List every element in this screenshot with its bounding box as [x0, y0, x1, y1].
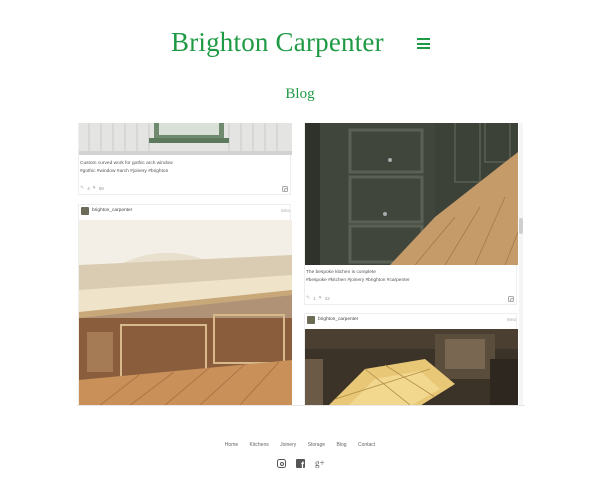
- post-stats: ✎ 1 ♥ 42: [306, 295, 330, 301]
- comment-count: 4: [87, 185, 90, 191]
- post-username[interactable]: brighton_carpenter: [318, 317, 358, 322]
- post-photo[interactable]: [79, 123, 292, 155]
- post-caption: Custom curved work for gothic arch windo…: [80, 161, 173, 166]
- scrollbar-thumb[interactable]: [519, 218, 523, 234]
- avatar[interactable]: [81, 207, 89, 215]
- like-count: 42: [324, 295, 330, 301]
- site-title[interactable]: Brighton Carpenter: [171, 27, 384, 58]
- footer-link-joinery[interactable]: Joinery: [280, 442, 296, 448]
- feed-post[interactable]: brighton_carpenter 6mo: [304, 313, 518, 405]
- comment-icon: ✎: [80, 185, 85, 191]
- post-stats: ✎ 4 ♥ 58: [80, 185, 104, 191]
- footer-link-home[interactable]: Home: [225, 442, 238, 448]
- feed-scrollbar[interactable]: [519, 123, 523, 405]
- footer-navigation: Home Kitchens Joinery Storage Blog Conta…: [0, 442, 600, 448]
- post-header: brighton_carpenter 5mo: [79, 205, 292, 219]
- post-caption: The bespoke kitchen is complete: [306, 270, 376, 275]
- instagram-link-icon[interactable]: [508, 296, 514, 302]
- comment-icon: ✎: [306, 295, 311, 301]
- post-hashtags: #bespoke #kitchen #joinery #brighton #ca…: [306, 278, 410, 283]
- post-time: 6mo: [507, 317, 516, 322]
- comment-count: 1: [313, 295, 316, 301]
- heart-icon: ♥: [92, 185, 96, 191]
- heart-icon: ♥: [318, 295, 322, 301]
- post-header: brighton_carpenter 6mo: [305, 314, 518, 328]
- footer-link-storage[interactable]: Storage: [308, 442, 326, 448]
- feed-post[interactable]: brighton_carpenter 5mo: [78, 204, 292, 405]
- feed-post[interactable]: The bespoke kitchen is complete #bespoke…: [304, 123, 518, 305]
- post-photo[interactable]: [305, 123, 518, 265]
- post-photo[interactable]: [79, 220, 292, 405]
- feed-post[interactable]: Custom curved work for gothic arch windo…: [78, 123, 292, 195]
- page-title: Blog: [285, 86, 315, 102]
- post-hashtags: #gothic #window #arch #joinery #brighton: [80, 169, 169, 174]
- post-photo[interactable]: [305, 329, 518, 405]
- instagram-icon[interactable]: [277, 459, 286, 468]
- instagram-link-icon[interactable]: [282, 186, 288, 192]
- footer-link-blog[interactable]: Blog: [337, 442, 347, 448]
- instagram-feed[interactable]: Custom curved work for gothic arch windo…: [77, 123, 525, 406]
- google-plus-icon[interactable]: g+: [315, 459, 325, 468]
- post-time: 5mo: [281, 208, 290, 213]
- facebook-icon[interactable]: [296, 459, 305, 470]
- like-count: 58: [98, 185, 104, 191]
- post-username[interactable]: brighton_carpenter: [92, 208, 132, 213]
- social-links: g+: [277, 459, 325, 470]
- footer-link-contact[interactable]: Contact: [358, 442, 375, 448]
- avatar[interactable]: [307, 316, 315, 324]
- footer-link-kitchens[interactable]: Kitchens: [250, 442, 269, 448]
- hamburger-menu-icon[interactable]: [417, 38, 430, 49]
